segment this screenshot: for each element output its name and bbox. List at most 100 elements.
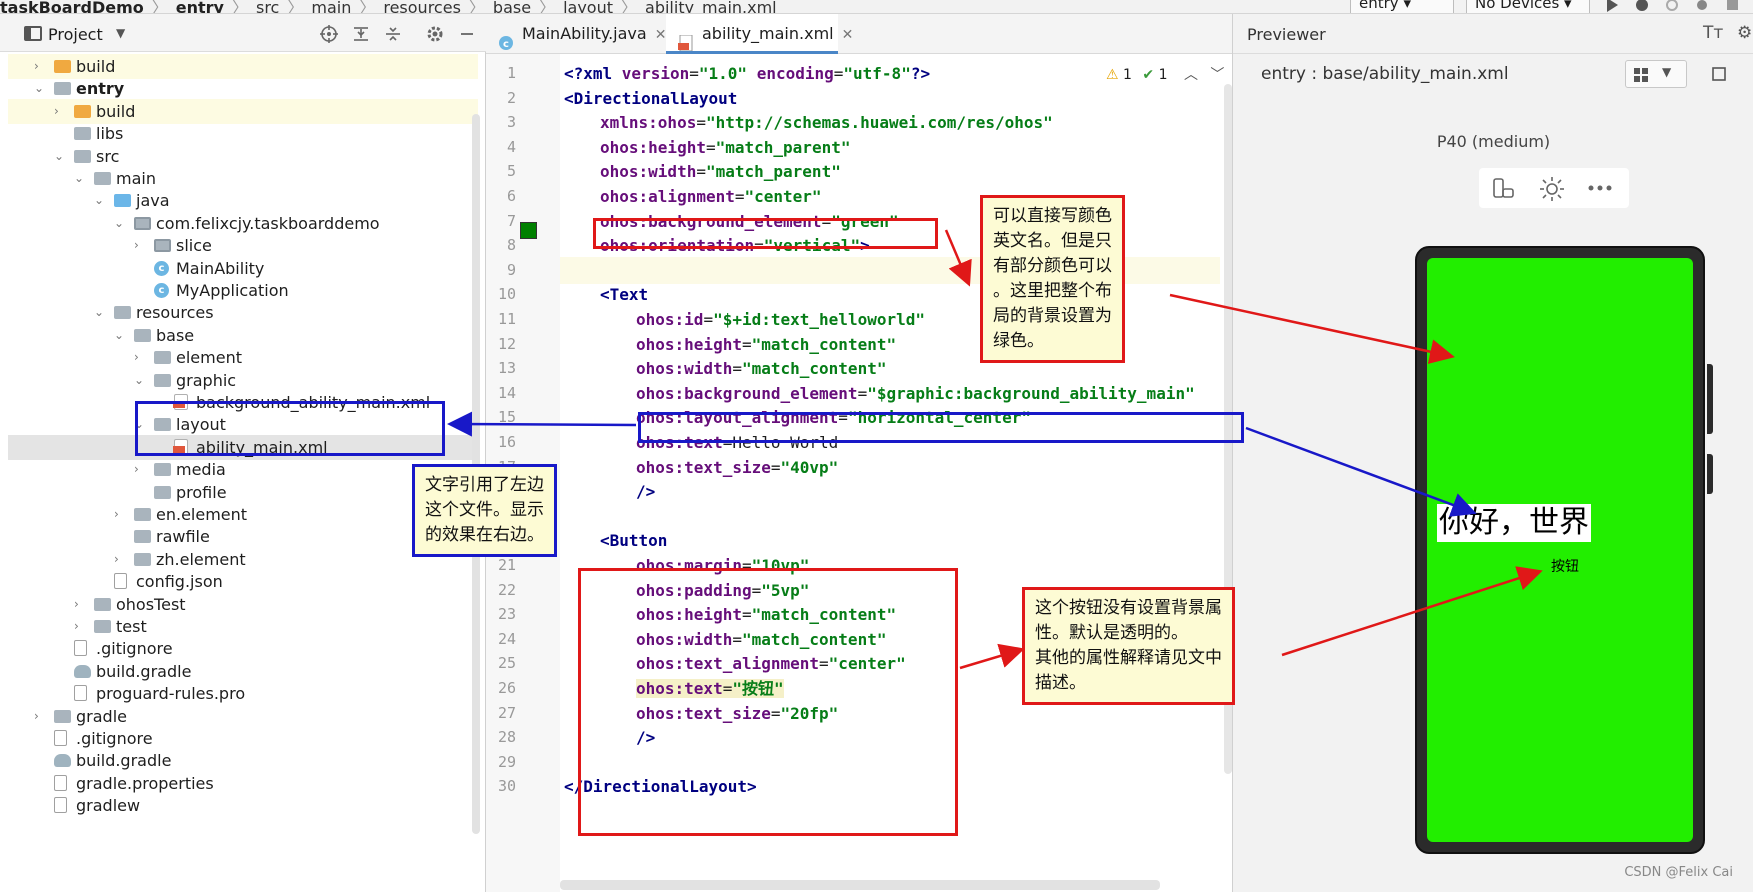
device-select[interactable]: No Devices ▾ (1466, 0, 1590, 13)
tree-item[interactable]: ⌄ entry (8, 76, 478, 101)
tree-item[interactable]: › build (8, 98, 478, 124)
project-panel-title[interactable]: Project (48, 25, 103, 44)
breadcrumb-item[interactable]: main (311, 0, 351, 13)
chevron-down-icon[interactable]: ⌄ (114, 323, 128, 348)
line-number: 24 (497, 629, 516, 648)
code-line[interactable] (564, 503, 1214, 530)
tree-item[interactable]: .gitignore (8, 636, 478, 661)
breadcrumb-item[interactable]: taskBoardDemo (0, 0, 144, 13)
fit-screen-icon[interactable] (1711, 66, 1727, 82)
debug-icon[interactable] (1634, 0, 1650, 12)
sun-icon[interactable] (1539, 176, 1565, 202)
tree-item[interactable]: gradle.properties (8, 771, 478, 796)
text-size-icon[interactable]: Tт (1703, 23, 1723, 43)
chevron-down-icon[interactable]: ⌄ (94, 300, 108, 325)
chevron-down-icon[interactable]: ⌄ (134, 368, 148, 393)
tree-item[interactable]: profile (8, 480, 478, 505)
chevron-right-icon[interactable]: › (114, 547, 128, 572)
svg-text:c: c (503, 39, 509, 50)
preview-button[interactable]: 按钮 (1551, 556, 1579, 576)
tree-item[interactable]: › slice (8, 233, 478, 258)
code-line[interactable]: ohos:text_size="40vp" (564, 454, 1214, 481)
breadcrumb-item[interactable]: ability_main.xml (645, 0, 777, 13)
settings-icon[interactable] (1694, 0, 1710, 12)
chevron-right-icon[interactable]: › (134, 233, 148, 258)
tree-item[interactable]: › element (8, 345, 478, 370)
tree-item[interactable]: › zh.element (8, 547, 478, 572)
chevron-right-icon[interactable]: › (54, 99, 68, 124)
chevron-down-icon[interactable]: ⌄ (34, 76, 48, 101)
device-rotate-icon[interactable] (1491, 178, 1515, 200)
tree-item[interactable]: .gitignore (8, 726, 478, 751)
code-line[interactable]: xmlns:ohos="http://schemas.huawei.com/re… (564, 109, 1214, 136)
chevron-right-icon[interactable]: › (74, 592, 88, 617)
run-config-select[interactable]: entry ▾ (1350, 0, 1454, 13)
tab-ability-main-xml[interactable]: ability_main.xml ✕ (666, 14, 853, 54)
tree-item[interactable]: ⌄ graphic (8, 368, 478, 393)
tree-item[interactable]: › ohosTest (8, 592, 478, 617)
line-number: 15 (497, 408, 516, 427)
tree-item[interactable]: rawfile (8, 524, 478, 549)
folder-gray-icon (154, 373, 171, 387)
tree-item[interactable]: › test (8, 614, 478, 639)
tab-mainability-java[interactable]: c MainAbility.java ✕ (486, 14, 667, 54)
locate-icon[interactable] (320, 25, 338, 43)
chevron-right-icon[interactable]: › (134, 345, 148, 370)
color-preview-swatch[interactable] (520, 222, 537, 239)
stop-icon[interactable] (1724, 0, 1740, 12)
tree-item[interactable]: build.gradle (8, 748, 478, 773)
tree-item[interactable]: ⌄ main (8, 166, 478, 191)
code-line[interactable]: /> (564, 478, 1214, 505)
close-icon[interactable]: ✕ (655, 27, 667, 43)
tree-item[interactable]: › media (8, 457, 478, 482)
layout-mode-dropdown[interactable]: ▼ (1625, 60, 1687, 88)
tree-item[interactable]: › gradle (8, 704, 478, 729)
breadcrumb-item[interactable]: base (493, 0, 531, 13)
tree-item[interactable]: ⌄ src (8, 144, 478, 169)
close-icon[interactable]: ✕ (842, 27, 854, 43)
chevron-right-icon[interactable]: › (34, 704, 48, 729)
tree-item[interactable]: ⌄ base (8, 323, 478, 348)
chevron-right-icon[interactable]: › (134, 457, 148, 482)
gear-icon[interactable] (426, 25, 444, 43)
tree-item[interactable]: › en.element (8, 502, 478, 527)
attach-icon[interactable] (1664, 0, 1680, 12)
tree-item[interactable]: c MyApplication (8, 278, 478, 303)
breadcrumb-item[interactable]: resources (383, 0, 461, 13)
chevron-right-icon[interactable]: › (74, 614, 88, 639)
minimize-icon[interactable] (458, 25, 476, 43)
expand-all-icon[interactable] (352, 25, 370, 43)
code-line[interactable]: <Button (564, 527, 1214, 554)
folder-gray-icon (94, 620, 111, 633)
code-line[interactable]: ohos:width="match_parent" (564, 158, 1214, 185)
run-icon[interactable] (1604, 0, 1620, 12)
settings-icon[interactable]: ⚙ (1737, 23, 1752, 43)
chevron-right-icon[interactable]: › (114, 502, 128, 527)
chevron-down-icon[interactable]: ⌄ (54, 144, 68, 169)
chevron-down-icon[interactable]: ⌄ (114, 211, 128, 236)
code-line[interactable]: <?xml version="1.0" encoding="utf-8"?> (564, 60, 1214, 87)
tree-item[interactable]: › build (8, 54, 478, 79)
tree-item[interactable]: ⌄ resources (8, 300, 478, 325)
code-line[interactable]: ohos:height="match_parent" (564, 134, 1214, 161)
more-icon[interactable] (1587, 184, 1613, 192)
tree-item[interactable]: build.gradle (8, 659, 478, 684)
tree-item[interactable]: gradlew (8, 793, 478, 818)
code-line[interactable]: ohos:background_element="$graphic:backgr… (564, 380, 1214, 407)
breadcrumb-item[interactable]: src (256, 0, 279, 13)
breadcrumb-item[interactable]: layout (563, 0, 613, 13)
chevron-down-icon[interactable]: ⌄ (74, 166, 88, 191)
tree-item[interactable]: ⌄ com.felixcjy.taskboarddemo (8, 211, 478, 236)
tree-item[interactable]: c MainAbility (8, 256, 478, 281)
collapse-all-icon[interactable] (384, 25, 402, 43)
code-line[interactable]: <DirectionalLayout (564, 85, 1214, 112)
editor-horizontal-scrollbar[interactable] (560, 880, 1160, 890)
tree-item[interactable]: libs (8, 121, 478, 146)
tree-item[interactable]: config.json (8, 569, 478, 594)
tree-item[interactable]: ⌄ java (8, 188, 478, 213)
chevron-right-icon[interactable]: › (34, 54, 48, 79)
tree-item[interactable]: proguard-rules.pro (8, 681, 478, 706)
breadcrumb-item[interactable]: entry (176, 0, 224, 13)
project-view-dropdown-icon[interactable]: ▼ (116, 26, 125, 40)
chevron-down-icon[interactable]: ⌄ (94, 188, 108, 213)
